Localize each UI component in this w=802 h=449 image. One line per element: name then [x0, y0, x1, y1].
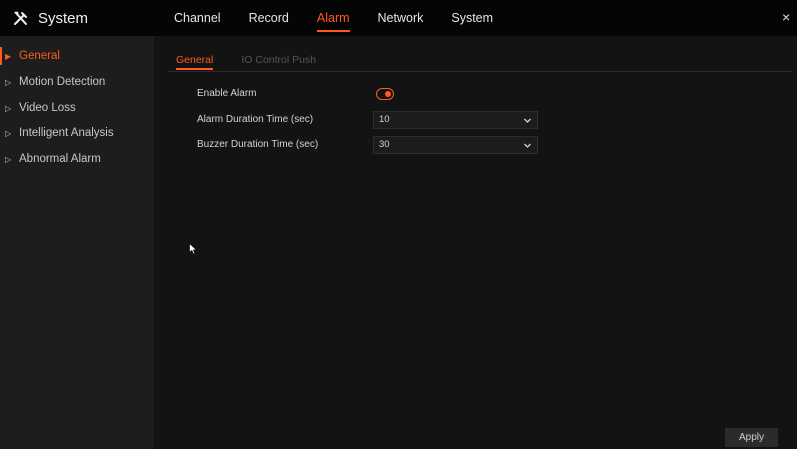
- sidebar-item-label: Motion Detection: [19, 76, 106, 88]
- sidebar-item-label: Abnormal Alarm: [19, 153, 101, 165]
- screen: System Channel Record Alarm Network Syst…: [0, 0, 802, 449]
- app-window: System Channel Record Alarm Network Syst…: [0, 0, 797, 449]
- subtab-general[interactable]: General: [176, 52, 214, 70]
- alarm-duration-label: Alarm Duration Time (sec): [197, 114, 314, 125]
- alarm-duration-select[interactable]: 10: [373, 111, 538, 129]
- enable-alarm-label: Enable Alarm: [197, 88, 257, 99]
- sidebar-item-label: Video Loss: [19, 102, 76, 114]
- tab-channel[interactable]: Channel: [174, 0, 221, 36]
- main-nav: Channel Record Alarm Network System: [174, 0, 521, 36]
- top-bar: System Channel Record Alarm Network Syst…: [0, 0, 797, 36]
- triangle-right-icon: ▷: [5, 78, 12, 87]
- app-title-text: System: [38, 9, 89, 27]
- sidebar-item-general[interactable]: ▶ General: [0, 45, 154, 67]
- sub-tabs: General IO Control Push: [176, 52, 344, 72]
- tab-alarm[interactable]: Alarm: [316, 0, 350, 36]
- chevron-down-icon: [524, 143, 531, 148]
- buzzer-duration-select[interactable]: 30: [373, 136, 538, 154]
- alarm-duration-value: 10: [379, 114, 390, 125]
- mouse-cursor-icon: [189, 243, 198, 255]
- sidebar-item-label: Intelligent Analysis: [19, 127, 114, 139]
- sidebar-item-abnormal-alarm[interactable]: ▷ Abnormal Alarm: [0, 148, 154, 170]
- tab-record[interactable]: Record: [249, 0, 289, 36]
- triangle-right-icon: ▷: [5, 129, 12, 138]
- triangle-right-icon: ▶: [5, 52, 12, 61]
- tab-system[interactable]: System: [451, 0, 493, 36]
- tools-icon: [14, 11, 27, 25]
- subtab-io-control-push[interactable]: IO Control Push: [241, 52, 316, 70]
- sidebar-item-motion-detection[interactable]: ▷ Motion Detection: [0, 71, 154, 93]
- buzzer-duration-label: Buzzer Duration Time (sec): [197, 139, 319, 150]
- buzzer-duration-value: 30: [379, 139, 390, 150]
- sidebar-item-intelligent-analysis[interactable]: ▷ Intelligent Analysis: [0, 122, 154, 144]
- sidebar-item-label: General: [19, 50, 60, 62]
- tab-network[interactable]: Network: [378, 0, 424, 36]
- apply-button[interactable]: Apply: [725, 428, 778, 447]
- close-icon[interactable]: ×: [782, 9, 796, 25]
- subtab-divider: [168, 71, 792, 72]
- app-title: System: [12, 7, 88, 29]
- toggle-knob: [385, 91, 391, 97]
- chevron-down-icon: [524, 118, 531, 123]
- enable-alarm-toggle[interactable]: [376, 88, 394, 100]
- triangle-right-icon: ▷: [5, 155, 12, 164]
- triangle-right-icon: ▷: [5, 104, 12, 113]
- sidebar: [0, 0, 154, 449]
- sidebar-item-video-loss[interactable]: ▷ Video Loss: [0, 97, 154, 119]
